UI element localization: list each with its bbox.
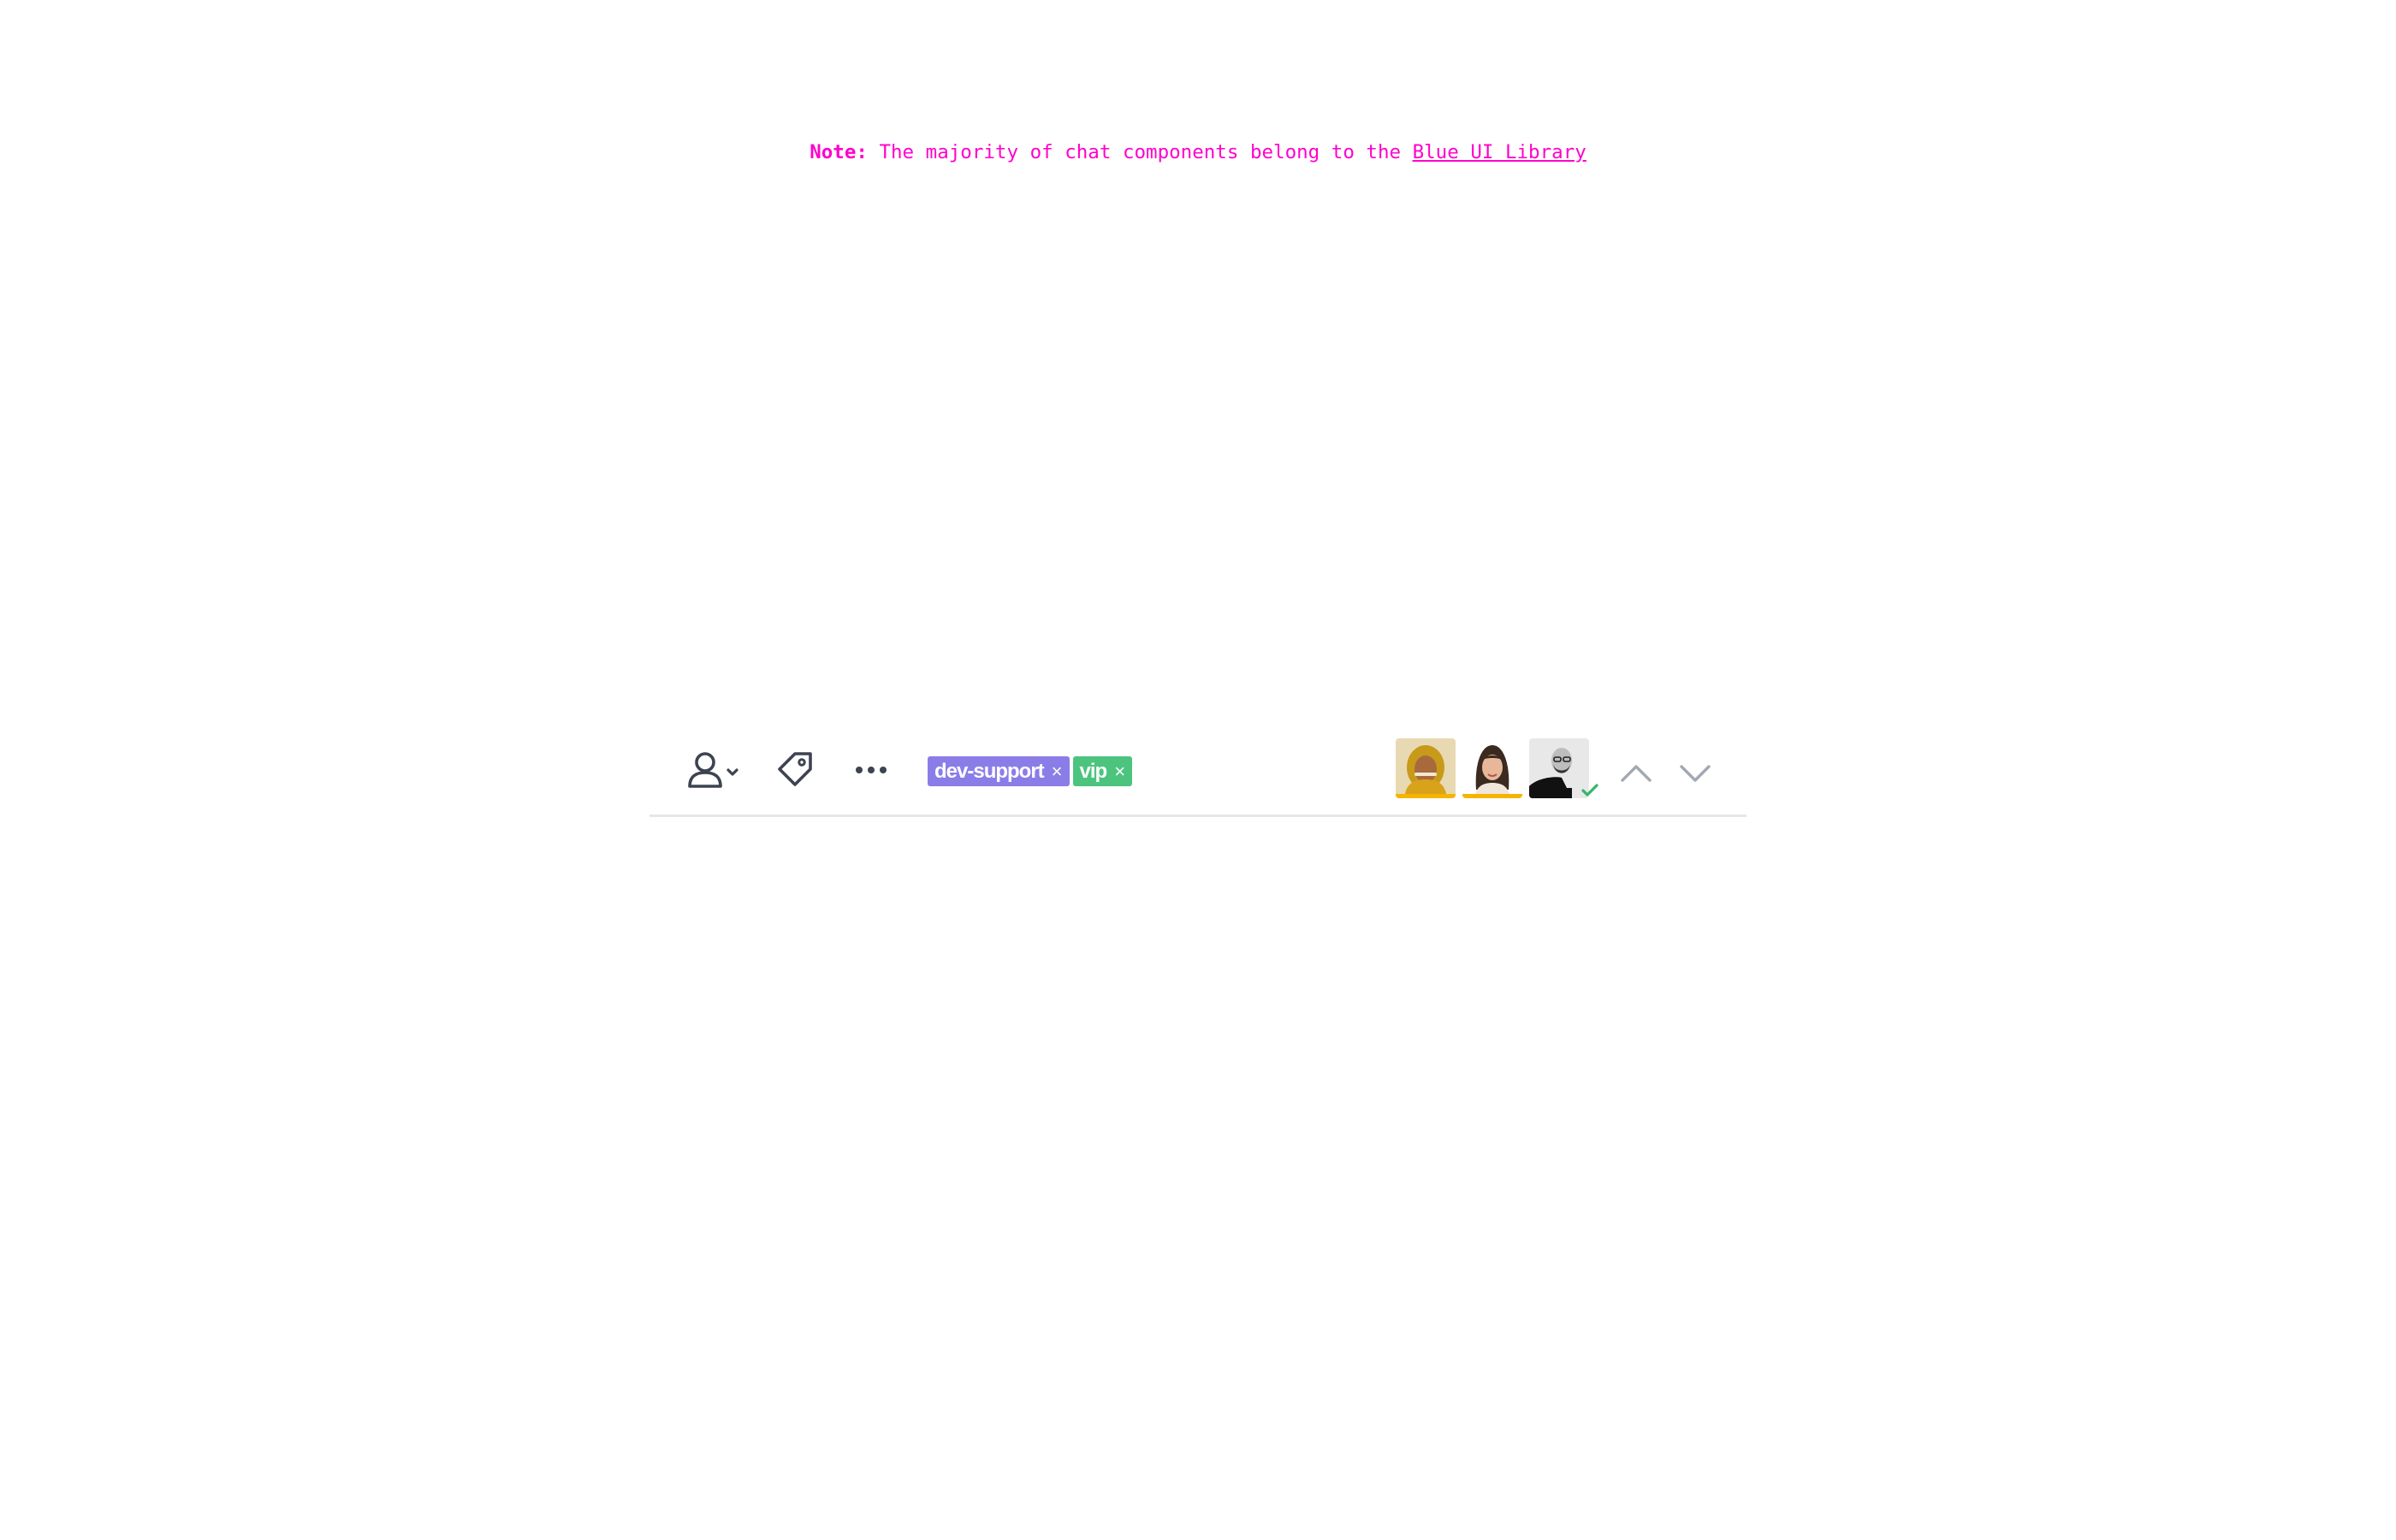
- chevron-up-icon: [1621, 765, 1652, 782]
- tag-label: dev-support: [934, 759, 1045, 783]
- user-assign-icon: [688, 752, 738, 788]
- online-check-icon: [1581, 784, 1598, 797]
- tag-label: vip: [1079, 759, 1108, 783]
- blue-ui-library-link[interactable]: Blue UI Library: [1413, 141, 1586, 163]
- conversation-tags: dev-support × vip ×: [928, 756, 1133, 786]
- chevron-down-icon: [1680, 765, 1711, 782]
- remove-tag-button[interactable]: ×: [1052, 761, 1063, 783]
- avatar[interactable]: [1396, 738, 1456, 798]
- tag-icon: [778, 752, 812, 786]
- tag-dev-support: dev-support ×: [928, 756, 1070, 786]
- more-options-button[interactable]: [851, 750, 891, 790]
- status-bar: [1462, 794, 1522, 798]
- avatar[interactable]: [1462, 738, 1522, 798]
- note-label: Note:: [810, 141, 868, 163]
- remove-tag-button[interactable]: ×: [1114, 761, 1125, 783]
- chevron-down-icon: [727, 768, 738, 776]
- assign-user-button[interactable]: [687, 750, 744, 790]
- add-tag-button[interactable]: [776, 750, 815, 790]
- previous-conversation-button[interactable]: [1616, 754, 1656, 793]
- conversation-toolbar: dev-support × vip ×: [649, 732, 1747, 817]
- next-conversation-button[interactable]: [1675, 754, 1715, 793]
- more-horizontal-icon: [856, 767, 887, 773]
- note-banner: Note: The majority of chat components be…: [0, 139, 2396, 166]
- status-bar: [1396, 794, 1456, 798]
- tag-vip: vip ×: [1072, 756, 1133, 786]
- note-text: The majority of chat components belong t…: [879, 141, 1402, 163]
